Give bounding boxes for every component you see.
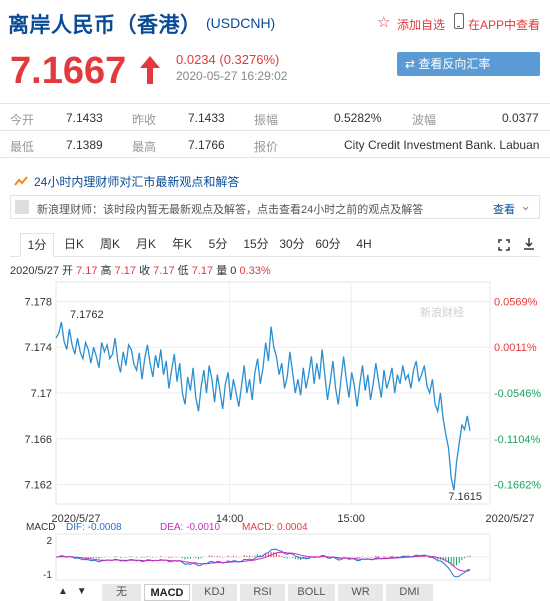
- macd-dif-line: [55, 548, 471, 578]
- info-open-label: 开: [62, 265, 73, 277]
- ohlc-info: 2020/5/27 开 7.17 高 7.17 收 7.17 低 7.17 量 …: [10, 262, 271, 278]
- indicator-tab-macd[interactable]: MACD: [144, 584, 190, 601]
- news-header[interactable]: 24小时内理财师对汇市最新观点和解答: [34, 173, 239, 190]
- info-open: 7.17: [76, 265, 98, 277]
- info-high: 7.17: [114, 265, 137, 277]
- view-reverse-rate-button[interactable]: ⇄ 查看反向汇率 CNHUSD: [397, 52, 540, 95]
- stats-row: 最低 7.1389 最高 7.1766 报价 City Credit Inves…: [0, 131, 550, 158]
- macd-dea-label: DEA: -0.0010: [160, 522, 220, 533]
- tab-5min[interactable]: 5分: [200, 233, 236, 257]
- info-low: 7.17: [191, 265, 214, 277]
- max-price-label: 7.1762: [70, 309, 104, 321]
- stat-value: 7.1433: [66, 111, 103, 125]
- price-change: 0.0234 (0.3276%): [176, 52, 280, 67]
- price-chart[interactable]: 7.178 0.0569% 7.174 0.0011% 7.17 -0.0546% 7.16…: [0, 278, 550, 584]
- add-favorite-link[interactable]: 添加自选: [397, 16, 445, 33]
- stat-value: 7.1389: [66, 138, 103, 152]
- stat-label: 波幅: [412, 113, 437, 127]
- avatar: [15, 200, 29, 214]
- min-price-label: 7.1615: [448, 491, 482, 503]
- download-icon[interactable]: [523, 237, 535, 251]
- fullscreen-icon[interactable]: [498, 239, 510, 251]
- stat-value: 7.1766: [188, 138, 225, 152]
- tab-30min[interactable]: 30分: [274, 233, 310, 257]
- x-tick-label: 15:00: [337, 513, 365, 525]
- macd-label: MACD: [26, 522, 55, 533]
- view-in-app-link[interactable]: 在APP中查看: [468, 16, 540, 33]
- nav-arrows: ▲ ▼: [58, 586, 87, 597]
- stat-label: 今开: [10, 113, 35, 127]
- tab-weekly[interactable]: 周K: [92, 233, 128, 257]
- trend-icon: [14, 176, 28, 186]
- stat-label: 振幅: [254, 113, 279, 127]
- indicator-tab-boll[interactable]: BOLL: [288, 584, 336, 601]
- pct-tick-label: -0.1662%: [494, 480, 541, 492]
- y-tick-label: 7.178: [24, 296, 52, 308]
- indicator-tab-kdj[interactable]: KDJ: [192, 584, 238, 601]
- chart-period-tabs: 1分 日K 周K 月K 年K 5分 15分 30分 60分 4H: [10, 233, 540, 257]
- tab-daily[interactable]: 日K: [56, 233, 92, 257]
- info-close: 7.17: [153, 265, 175, 277]
- arrow-up-icon: [140, 56, 160, 84]
- view-more-link[interactable]: 查看: [493, 201, 515, 217]
- page-title: 离岸人民币（香港）: [8, 14, 202, 37]
- tab-60min[interactable]: 60分: [310, 233, 346, 257]
- pct-tick-label: -0.0546%: [494, 388, 541, 400]
- arrow-up-small-icon[interactable]: ▲: [58, 586, 68, 597]
- indicator-tab-none[interactable]: 无: [102, 584, 142, 601]
- phone-icon[interactable]: [454, 13, 464, 29]
- y-tick-label: 7.17: [31, 388, 52, 400]
- macd-dif-label: DIF: -0.0008: [66, 522, 122, 533]
- stat-label: 最高: [132, 140, 157, 154]
- stat-value: 0.0377: [502, 111, 539, 125]
- stats-row: 今开 7.1433 昨收 7.1433 振幅 0.5282% 波幅 0.0377: [0, 104, 550, 131]
- tab-yearly[interactable]: 年K: [164, 233, 200, 257]
- y-tick-label: 7.162: [24, 480, 52, 492]
- indicator-tab-wr[interactable]: WR: [338, 584, 384, 601]
- y-tick-label: 7.166: [24, 434, 52, 446]
- pct-tick-label: -0.1104%: [494, 434, 540, 446]
- indicator-tab-dmi[interactable]: DMI: [386, 584, 434, 601]
- watermark-text: 新浪财经: [420, 305, 464, 319]
- stat-value: City Credit Investment Bank. Labuan: [344, 138, 540, 152]
- info-close-label: 收: [139, 265, 151, 277]
- stat-value: 0.5282%: [334, 111, 382, 125]
- y-tick-label: 7.174: [24, 342, 52, 354]
- stat-value: 7.1433: [188, 111, 225, 125]
- info-vol: 0: [230, 265, 237, 277]
- info-vol-label: 量: [216, 265, 228, 277]
- info-pct: 0.33%: [239, 265, 271, 277]
- header: 离岸人民币（香港） (USDCNH) ☆ 添加自选 在APP中查看: [0, 0, 550, 44]
- macd-tick-label: 2: [46, 536, 52, 547]
- info-date: 2020/5/27: [10, 265, 59, 277]
- stats-table: 今开 7.1433 昨收 7.1433 振幅 0.5282% 波幅 0.0377…: [0, 103, 550, 158]
- news-text: 新浪理财师：该时段内暂无最新观点及解答，点击查看24小时之前的观点及解答: [37, 204, 424, 216]
- macd-tick-label: -1: [43, 570, 52, 581]
- info-low-label: 低: [177, 265, 189, 277]
- symbol-code: (USDCNH): [206, 15, 276, 31]
- quote-timestamp: 2020-05-27 16:29:02: [176, 69, 288, 83]
- info-high-label: 高: [100, 265, 112, 277]
- pct-tick-label: 0.0569%: [494, 296, 538, 308]
- tab-1min[interactable]: 1分: [20, 233, 54, 257]
- pct-tick-label: 0.0011%: [494, 342, 537, 354]
- stat-label: 昨收: [132, 113, 157, 127]
- tab-4h[interactable]: 4H: [346, 233, 382, 257]
- tab-monthly[interactable]: 月K: [128, 233, 164, 257]
- current-price: 7.1667: [10, 50, 127, 92]
- star-icon[interactable]: ☆: [377, 13, 390, 31]
- x-tick-label: 2020/5/27: [486, 513, 535, 525]
- indicator-tab-rsi[interactable]: RSI: [240, 584, 286, 601]
- macd-value-label: MACD: 0.0004: [242, 522, 308, 533]
- news-box[interactable]: 新浪理财师：该时段内暂无最新观点及解答，点击查看24小时之前的观点及解答 查看 …: [10, 195, 540, 219]
- arrow-down-small-icon[interactable]: ▼: [77, 586, 87, 597]
- stat-label: 最低: [10, 140, 35, 154]
- chevron-down-icon[interactable]: ⌄: [520, 198, 531, 214]
- stat-label: 报价: [254, 140, 279, 154]
- tab-15min[interactable]: 15分: [238, 233, 274, 257]
